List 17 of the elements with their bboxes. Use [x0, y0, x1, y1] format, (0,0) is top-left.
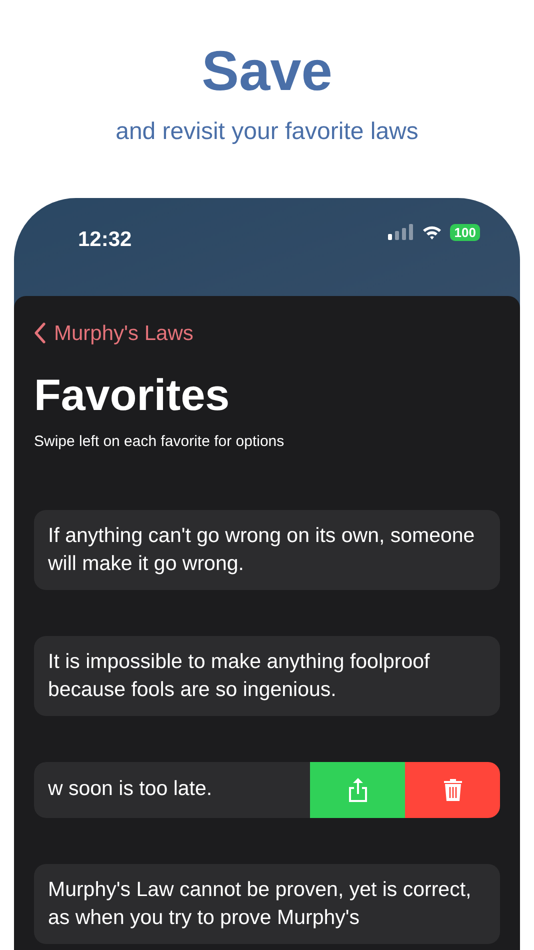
page-title: Favorites	[34, 370, 231, 422]
hint-text: Swipe left on each favorite for options	[34, 432, 286, 452]
chevron-left-icon	[34, 322, 46, 344]
trash-icon	[442, 778, 462, 802]
signal-icon	[388, 224, 414, 240]
wifi-icon	[422, 224, 442, 240]
back-link[interactable]: Murphy's Laws	[34, 318, 194, 350]
favorite-card[interactable]: w soon is too late.	[34, 762, 310, 818]
battery-indicator: 100	[450, 224, 480, 241]
share-icon	[346, 776, 368, 803]
subheading: and revisit your favorite laws	[114, 116, 420, 147]
heading: Save	[200, 38, 334, 102]
favorite-card[interactable]: If anything can't go wrong on its own, someone will make it go wrong.	[34, 510, 500, 590]
favorite-card[interactable]: It is impossible to make anything foolproof because fools are so ingenious.	[34, 636, 500, 716]
delete-button[interactable]	[405, 762, 500, 818]
favorite-card[interactable]: Murphy's Law cannot be proven, yet is correct, as when you try to prove Murphy's	[34, 864, 500, 944]
status-time: 12:32	[78, 226, 132, 253]
